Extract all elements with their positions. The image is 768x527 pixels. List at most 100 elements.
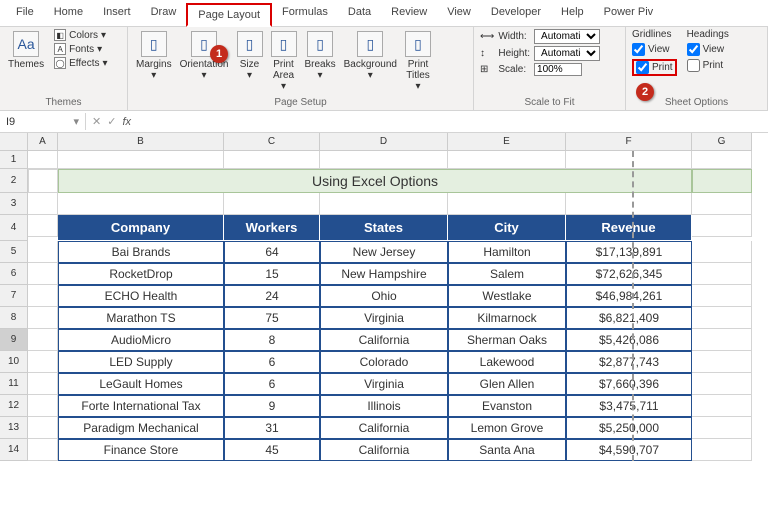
cell[interactable]: [692, 329, 752, 351]
row-header-13[interactable]: 13: [0, 417, 28, 439]
enter-icon[interactable]: ✓: [107, 115, 116, 128]
cell[interactable]: [448, 193, 566, 215]
tab-power-piv[interactable]: Power Piv: [594, 2, 664, 26]
tab-view[interactable]: View: [437, 2, 481, 26]
table-cell[interactable]: Virginia: [320, 373, 448, 395]
tab-file[interactable]: File: [6, 2, 44, 26]
cell[interactable]: [28, 169, 58, 193]
table-cell[interactable]: $7,660,396: [566, 373, 692, 395]
col-header-D[interactable]: D: [320, 133, 448, 151]
size-button[interactable]: ▯Size▾: [235, 29, 265, 83]
table-header[interactable]: Company: [58, 215, 224, 241]
table-cell[interactable]: AudioMicro: [58, 329, 224, 351]
cell[interactable]: [28, 417, 58, 439]
cell[interactable]: [692, 151, 752, 169]
table-cell[interactable]: 6: [224, 373, 320, 395]
tab-home[interactable]: Home: [44, 2, 93, 26]
cell[interactable]: [692, 215, 752, 237]
height-select[interactable]: Automatic: [534, 46, 600, 61]
select-all-button[interactable]: [0, 133, 28, 151]
col-header-C[interactable]: C: [224, 133, 320, 151]
table-cell[interactable]: Colorado: [320, 351, 448, 373]
tab-developer[interactable]: Developer: [481, 2, 551, 26]
gridlines-print-checkbox[interactable]: Print: [632, 59, 677, 76]
cell[interactable]: [28, 373, 58, 395]
table-cell[interactable]: Finance Store: [58, 439, 224, 461]
row-header-3[interactable]: 3: [0, 193, 28, 215]
table-cell[interactable]: 31: [224, 417, 320, 439]
cell[interactable]: [28, 215, 58, 237]
table-cell[interactable]: $3,475,711: [566, 395, 692, 417]
cell[interactable]: [28, 263, 58, 285]
name-box[interactable]: I9▾: [0, 113, 86, 130]
table-cell[interactable]: 9: [224, 395, 320, 417]
table-header[interactable]: States: [320, 215, 448, 241]
table-cell[interactable]: $46,984,261: [566, 285, 692, 307]
table-cell[interactable]: Santa Ana: [448, 439, 566, 461]
tab-review[interactable]: Review: [381, 2, 437, 26]
scale-input[interactable]: [534, 63, 582, 76]
table-cell[interactable]: RocketDrop: [58, 263, 224, 285]
table-cell[interactable]: 45: [224, 439, 320, 461]
tab-insert[interactable]: Insert: [93, 2, 141, 26]
headings-view-checkbox[interactable]: View: [687, 43, 729, 56]
table-cell[interactable]: Salem: [448, 263, 566, 285]
margins-button[interactable]: ▯Margins▾: [134, 29, 174, 83]
table-cell[interactable]: $72,626,345: [566, 263, 692, 285]
row-header-4[interactable]: 4: [0, 215, 28, 241]
cell[interactable]: [692, 351, 752, 373]
table-cell[interactable]: New Jersey: [320, 241, 448, 263]
cell[interactable]: [224, 151, 320, 169]
cell[interactable]: [28, 395, 58, 417]
table-cell[interactable]: California: [320, 439, 448, 461]
print-titles-button[interactable]: ▯PrintTitles▾: [403, 29, 433, 94]
cell[interactable]: [224, 193, 320, 215]
col-header-E[interactable]: E: [448, 133, 566, 151]
table-header[interactable]: Workers: [224, 215, 320, 241]
cell[interactable]: [692, 373, 752, 395]
table-cell[interactable]: LeGault Homes: [58, 373, 224, 395]
cell[interactable]: [320, 151, 448, 169]
table-cell[interactable]: Lakewood: [448, 351, 566, 373]
table-cell[interactable]: Sherman Oaks: [448, 329, 566, 351]
cell[interactable]: [28, 193, 58, 215]
table-cell[interactable]: $6,821,409: [566, 307, 692, 329]
table-cell[interactable]: $5,250,000: [566, 417, 692, 439]
table-cell[interactable]: Bai Brands: [58, 241, 224, 263]
fx-icon[interactable]: fx: [122, 116, 131, 128]
tab-data[interactable]: Data: [338, 2, 381, 26]
row-header-12[interactable]: 12: [0, 395, 28, 417]
cell[interactable]: [692, 241, 752, 263]
row-header-9[interactable]: 9: [0, 329, 28, 351]
table-cell[interactable]: Hamilton: [448, 241, 566, 263]
fonts-button[interactable]: AFonts ▾: [54, 43, 107, 55]
table-cell[interactable]: Westlake: [448, 285, 566, 307]
table-cell[interactable]: Virginia: [320, 307, 448, 329]
table-cell[interactable]: California: [320, 329, 448, 351]
table-cell[interactable]: 75: [224, 307, 320, 329]
cell[interactable]: [692, 285, 752, 307]
cell[interactable]: [28, 439, 58, 461]
row-header-11[interactable]: 11: [0, 373, 28, 395]
table-cell[interactable]: Ohio: [320, 285, 448, 307]
cell[interactable]: [28, 285, 58, 307]
table-cell[interactable]: $17,139,891: [566, 241, 692, 263]
row-header-6[interactable]: 6: [0, 263, 28, 285]
table-cell[interactable]: Forte International Tax: [58, 395, 224, 417]
cancel-icon[interactable]: ✕: [92, 115, 101, 128]
cell[interactable]: [58, 151, 224, 169]
table-cell[interactable]: $2,877,743: [566, 351, 692, 373]
table-cell[interactable]: Evanston: [448, 395, 566, 417]
cell[interactable]: [28, 241, 58, 263]
table-cell[interactable]: Glen Allen: [448, 373, 566, 395]
table-cell[interactable]: 15: [224, 263, 320, 285]
cell[interactable]: [692, 307, 752, 329]
gridlines-view-checkbox[interactable]: View: [632, 43, 677, 56]
cell[interactable]: [692, 193, 752, 215]
cell[interactable]: [566, 193, 692, 215]
cell[interactable]: [566, 151, 692, 169]
table-cell[interactable]: Illinois: [320, 395, 448, 417]
table-cell[interactable]: Paradigm Mechanical: [58, 417, 224, 439]
cell[interactable]: [692, 169, 752, 193]
table-cell[interactable]: $4,590,707: [566, 439, 692, 461]
